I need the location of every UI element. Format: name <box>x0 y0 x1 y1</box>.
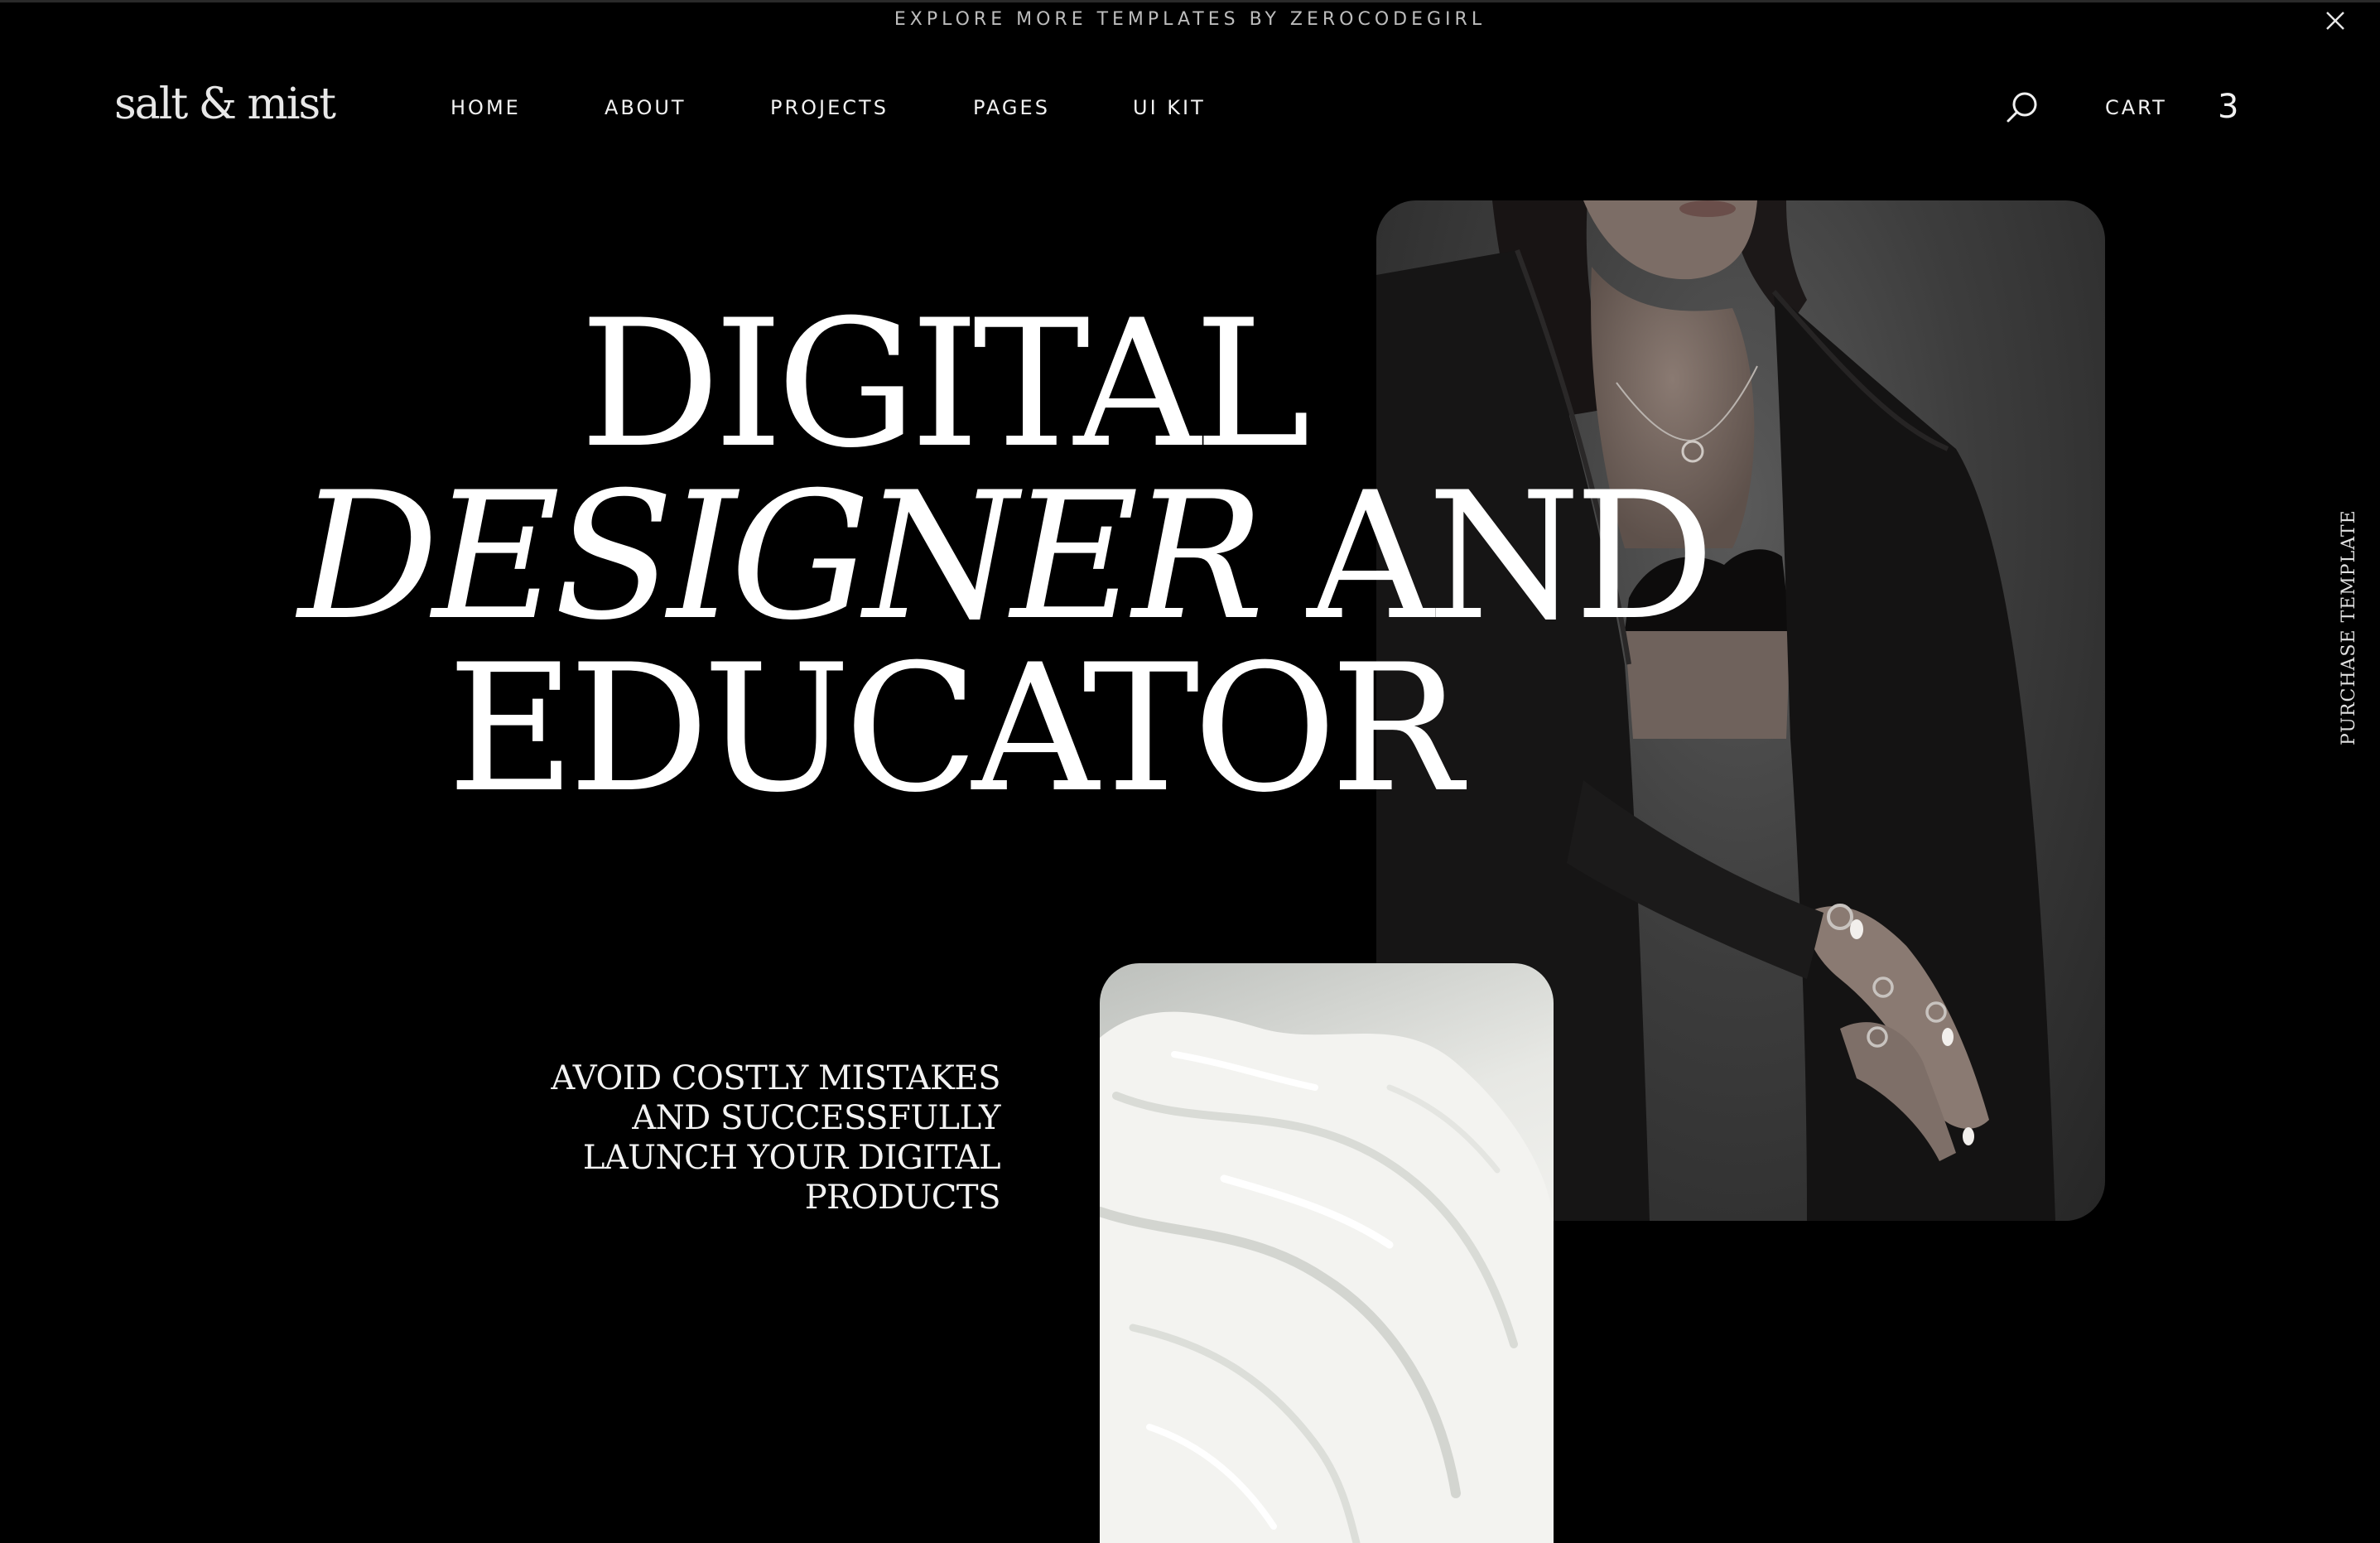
headline-line-1: DIGITAL <box>580 282 1311 486</box>
cart-count-badge[interactable]: 3 <box>2218 88 2238 126</box>
tagline-line: AND SUCCESSFULLY <box>632 1099 1000 1137</box>
logo[interactable]: salt & mist <box>114 80 336 129</box>
announcement-link[interactable]: EXPLORE MORE TEMPLATES BY ZEROCODEGIRL <box>894 9 1486 30</box>
purchase-template-link[interactable]: PURCHASE TEMPLATE <box>2339 497 2359 745</box>
tagline-line: AVOID COSTLY MISTAKES <box>551 1059 1000 1097</box>
cart-link[interactable]: CART <box>2105 96 2167 119</box>
headline-line-2: DESIGNER AND <box>298 469 1715 644</box>
nav-home[interactable]: HOME <box>450 96 605 119</box>
nav-ui-kit[interactable]: UI KIT <box>1133 96 1232 119</box>
headline-line-3: EDUCATOR <box>447 626 1462 831</box>
tagline-line: PRODUCTS <box>804 1179 1001 1217</box>
close-icon[interactable] <box>2324 9 2347 32</box>
cream-texture-photo <box>1100 963 1554 1543</box>
announcement-bar: EXPLORE MORE TEMPLATES BY ZEROCODEGIRL <box>0 0 2380 36</box>
nav-pages[interactable]: PAGES <box>973 96 1133 119</box>
cream-texture <box>1100 1011 1554 1543</box>
nav-projects[interactable]: PROJECTS <box>770 96 973 119</box>
site-header: salt & mist HOME ABOUT PROJECTS PAGES UI… <box>0 75 2380 141</box>
search-icon[interactable] <box>2004 89 2040 126</box>
tagline-line: LAUNCH YOUR DIGITAL <box>582 1139 1001 1177</box>
main-nav: HOME ABOUT PROJECTS PAGES UI KIT <box>450 96 1232 119</box>
nav-about[interactable]: ABOUT <box>605 96 770 119</box>
hero-tagline: AVOID COSTLY MISTAKES AND SUCCESSFULLY L… <box>530 1058 1000 1218</box>
